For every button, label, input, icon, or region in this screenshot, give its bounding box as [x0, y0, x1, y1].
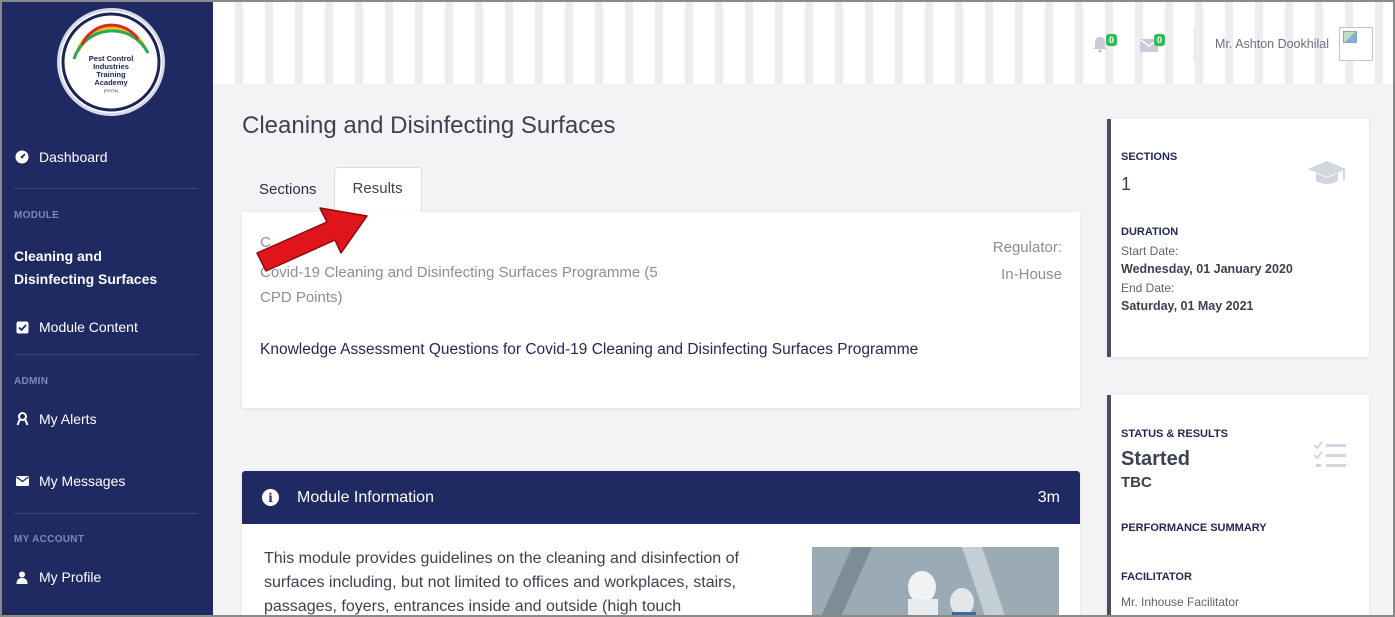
performance-summary-label: PERFORMANCE SUMMARY [1121, 522, 1267, 534]
status-value: Started [1121, 448, 1190, 470]
module-title-line-2: Disinfecting Surfaces [14, 271, 158, 287]
sidebar-item-module-content[interactable]: Module Content [14, 319, 138, 335]
start-date-value: Wednesday, 01 January 2020 [1121, 262, 1293, 276]
messages-count-badge: 0 [1154, 34, 1166, 46]
start-date-label: Start Date: [1121, 244, 1179, 258]
user-icon [14, 570, 30, 584]
module-description: This module provides guidelines on the c… [264, 550, 739, 615]
regulator-label: Regulator: [992, 239, 1062, 256]
topbar-separator [1194, 26, 1196, 62]
sidebar-divider [14, 513, 198, 514]
sidebar-item-label: Dashboard [39, 149, 108, 165]
user-avatar[interactable] [1339, 27, 1373, 61]
red-annotation-arrow-icon [256, 207, 368, 272]
logo-line-5: (PCITA) [103, 88, 119, 93]
duration-label: DURATION [1121, 226, 1179, 238]
info-icon: i [262, 489, 279, 506]
sidebar-item-current-module[interactable]: Cleaning and Disinfecting Surfaces [14, 245, 157, 291]
graduation-cap-icon [1307, 159, 1347, 192]
end-date-value: Saturday, 01 May 2021 [1121, 299, 1254, 313]
sidebar: Pest Control Industries Training Academy… [2, 2, 213, 615]
end-date-label: End Date: [1121, 281, 1175, 295]
sidebar-item-dashboard[interactable]: Dashboard [14, 149, 108, 165]
alerts-count-badge: 0 [1106, 34, 1118, 46]
summary-card: SECTIONS 1 DURATION Start Date: Wednesda… [1107, 119, 1369, 357]
section-label-admin: ADMIN [14, 376, 49, 387]
module-information-title: Module Information [297, 488, 434, 506]
logo-badge: Pest Control Industries Training Academy… [57, 8, 165, 116]
status-results-label: STATUS & RESULTS [1121, 428, 1228, 440]
checkbox-checked-icon [14, 320, 30, 334]
module-information-header: i Module Information 3m [242, 471, 1080, 524]
facilitator-value: Mr. Inhouse Facilitator [1121, 595, 1240, 609]
messages-button[interactable]: 0 [1140, 32, 1170, 56]
module-title-line-1: Cleaning and [14, 248, 102, 264]
topbar-actions: 0 0 Mr. Ashton Dookhilal [1092, 24, 1373, 64]
assessment-link[interactable]: Knowledge Assessment Questions for Covid… [260, 341, 918, 359]
broken-image-icon [1343, 31, 1357, 43]
logo-line-4: Academy [94, 78, 128, 87]
task-list-icon [1313, 440, 1347, 475]
app-window: Pest Control Industries Training Academy… [0, 0, 1395, 617]
academy-logo[interactable]: Pest Control Industries Training Academy… [57, 8, 172, 118]
dashboard-gauge-icon [14, 150, 30, 164]
section-label-module: MODULE [14, 210, 60, 221]
module-duration: 3m [1037, 488, 1060, 506]
ribbon-icon [14, 412, 30, 426]
module-information-panel: i Module Information 3m This module prov… [242, 471, 1080, 615]
alerts-button[interactable]: 0 [1092, 32, 1122, 56]
section-label-my-account: MY ACCOUNT [14, 534, 85, 545]
logo-text: Pest Control Industries Training Academy… [60, 55, 162, 95]
result-value: TBC [1121, 474, 1152, 491]
sidebar-item-label: Module Content [39, 319, 138, 335]
sidebar-item-label: My Alerts [39, 411, 97, 427]
sidebar-item-my-alerts[interactable]: My Alerts [14, 411, 97, 427]
sidebar-item-label: My Profile [39, 569, 102, 585]
regulator-block: Regulator: In-House [993, 234, 1062, 288]
sidebar-divider [14, 188, 198, 189]
regulator-value: In-House [1001, 266, 1062, 283]
module-cleaning-photo [812, 547, 1059, 615]
sidebar-item-my-profile[interactable]: My Profile [14, 569, 101, 585]
sections-label: SECTIONS [1121, 151, 1178, 163]
top-bar: 0 0 Mr. Ashton Dookhilal [213, 2, 1393, 84]
facilitator-label: FACILITATOR [1121, 571, 1192, 583]
sections-value: 1 [1121, 174, 1132, 194]
sidebar-item-label: My Messages [39, 473, 126, 489]
status-card: STATUS & RESULTS Started TBC PERFORMANCE… [1107, 395, 1369, 615]
sidebar-divider [14, 354, 198, 355]
sidebar-item-my-messages[interactable]: My Messages [14, 473, 125, 489]
page-title: Cleaning and Disinfecting Surfaces [242, 112, 616, 139]
envelope-icon [14, 474, 30, 488]
user-name[interactable]: Mr. Ashton Dookhilal [1215, 37, 1329, 51]
